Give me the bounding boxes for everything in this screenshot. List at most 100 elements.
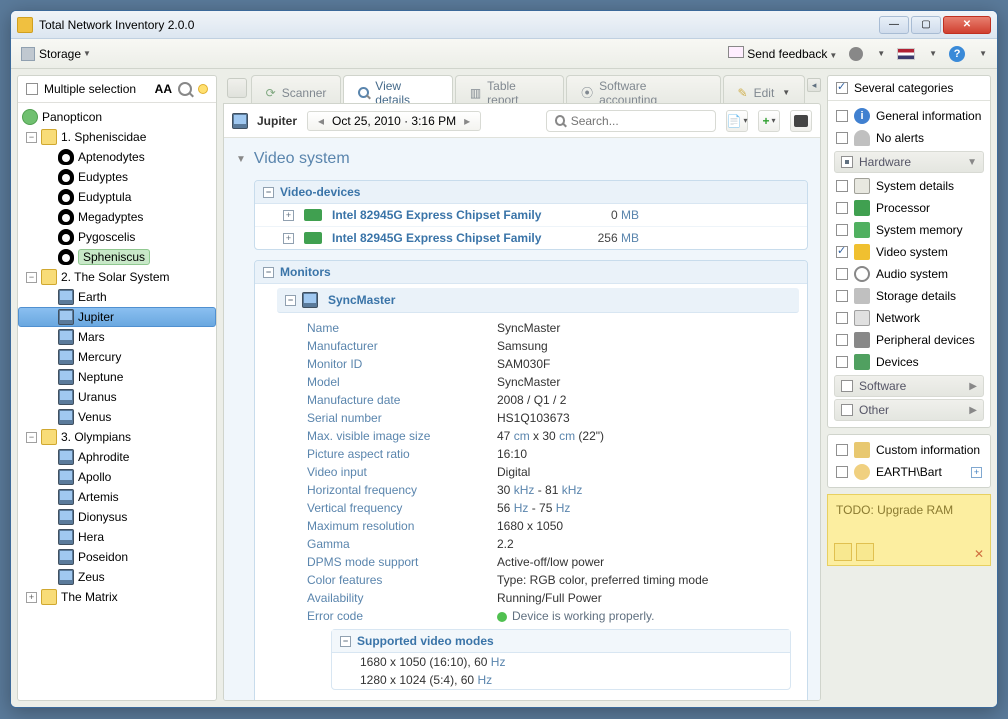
tab-view-details[interactable]: View details xyxy=(343,75,452,103)
user-icon xyxy=(854,464,870,480)
collapse-toggle[interactable]: − xyxy=(340,636,351,647)
cat-audio-system[interactable]: Audio system xyxy=(834,263,984,285)
categories-checkbox[interactable] xyxy=(836,82,848,94)
cat-devices[interactable]: Devices xyxy=(834,351,984,373)
export-button[interactable]: 📄▾ xyxy=(726,110,748,132)
folder-icon xyxy=(41,129,57,145)
search-input[interactable] xyxy=(546,110,716,132)
window-title: Total Network Inventory 2.0.0 xyxy=(39,18,194,32)
maximize-button[interactable]: ▢ xyxy=(911,16,941,34)
cat-hardware-group[interactable]: Hardware▼ xyxy=(834,151,984,173)
user-info[interactable]: EARTH\Bart+ xyxy=(834,461,984,483)
asset-tree[interactable]: Panopticon −1. Spheniscidae Aptenodytes … xyxy=(18,103,216,700)
collapse-toggle[interactable]: − xyxy=(26,432,37,443)
cat-network[interactable]: Network xyxy=(834,307,984,329)
tab-bar: ⟳Scanner View details ▥Table report ⦿Sof… xyxy=(223,75,821,103)
envelope-icon xyxy=(728,46,744,58)
feedback-link[interactable]: Send feedback▼ xyxy=(728,46,837,61)
titlebar[interactable]: Total Network Inventory 2.0.0 — ▢ ✕ xyxy=(11,11,997,39)
collapse-toggle[interactable]: − xyxy=(26,132,37,143)
section-title[interactable]: ▼Video system xyxy=(236,146,808,176)
cat-no-alerts[interactable]: No alerts xyxy=(834,127,984,149)
cat-general-info[interactable]: iGeneral information xyxy=(834,105,984,127)
note-text: TODO: Upgrade RAM xyxy=(836,503,953,517)
tab-table-report[interactable]: ▥Table report xyxy=(455,75,564,103)
chevron-down-icon: ▼ xyxy=(83,49,91,58)
close-button[interactable]: ✕ xyxy=(943,16,991,34)
edit-note-button[interactable] xyxy=(834,543,852,561)
collapse-toggle[interactable]: − xyxy=(285,295,296,306)
cat-storage[interactable]: Storage details xyxy=(834,285,984,307)
gear-icon[interactable] xyxy=(849,47,863,61)
penguin-icon xyxy=(58,189,74,205)
detail-toolbar: Jupiter ◂Oct 25, 2010 · 3:16 PM▸ 📄▾ +▾ xyxy=(224,104,820,138)
penguin-icon xyxy=(58,169,74,185)
host-icon xyxy=(58,309,74,325)
storage-menu[interactable]: Storage xyxy=(39,47,81,61)
custom-info[interactable]: Custom information xyxy=(834,439,984,461)
expand-toggle[interactable]: + xyxy=(283,233,294,244)
search-icon[interactable] xyxy=(178,82,192,96)
custom-icon xyxy=(854,442,870,458)
copy-note-button[interactable] xyxy=(856,543,874,561)
language-flag-icon[interactable] xyxy=(897,48,915,60)
add-button[interactable]: +▾ xyxy=(758,110,780,132)
tab-scanner[interactable]: ⟳Scanner xyxy=(251,75,342,103)
host-icon xyxy=(58,489,74,505)
collapse-toggle[interactable]: − xyxy=(263,187,274,198)
detail-content[interactable]: ▼Video system −Video-devices +Intel 8294… xyxy=(224,138,820,700)
cat-peripheral[interactable]: Peripheral devices xyxy=(834,329,984,351)
penguin-icon xyxy=(58,149,74,165)
host-icon xyxy=(58,369,74,385)
storage-icon xyxy=(854,288,870,304)
cat-other-group[interactable]: Other▶ xyxy=(834,399,984,421)
snapshot-picker[interactable]: ◂Oct 25, 2010 · 3:16 PM▸ xyxy=(307,111,481,131)
print-button[interactable] xyxy=(790,110,812,132)
host-icon xyxy=(58,569,74,585)
tree-node-jupiter[interactable]: Jupiter xyxy=(18,307,216,327)
panel-toggle-button[interactable]: ◂ xyxy=(807,78,821,92)
hint-icon[interactable] xyxy=(198,84,208,94)
tree-panel: Multiple selection AA Panopticon −1. Sph… xyxy=(17,75,217,701)
host-icon xyxy=(58,449,74,465)
bell-icon xyxy=(854,130,870,146)
info-icon: i xyxy=(854,108,870,124)
expand-toggle[interactable]: + xyxy=(283,210,294,221)
close-note-button[interactable]: ✕ xyxy=(974,547,984,561)
panel-toggle-button[interactable] xyxy=(227,78,247,98)
tab-edit[interactable]: ✎Edit▼ xyxy=(723,75,806,103)
collapse-toggle[interactable]: − xyxy=(26,272,37,283)
penguin-icon xyxy=(58,209,74,225)
category-panel: Several categories iGeneral information … xyxy=(827,75,991,701)
folder-icon xyxy=(41,429,57,445)
device-row[interactable]: +Intel 82945G Express Chipset Family256 … xyxy=(255,227,807,249)
font-size-button[interactable]: AA xyxy=(155,82,172,96)
cat-system-details[interactable]: System details xyxy=(834,175,984,197)
app-window: Total Network Inventory 2.0.0 — ▢ ✕ Stor… xyxy=(10,10,998,708)
help-icon[interactable]: ? xyxy=(949,46,965,62)
multi-select-checkbox[interactable] xyxy=(26,83,38,95)
host-icon xyxy=(58,529,74,545)
main-toolbar: Storage▼ Send feedback▼ ▼ ▼ ?▼ xyxy=(11,39,997,69)
add-icon[interactable]: + xyxy=(971,467,982,478)
cat-software-group[interactable]: Software▶ xyxy=(834,375,984,397)
search-icon xyxy=(555,115,565,126)
prev-arrow-icon[interactable]: ◂ xyxy=(314,114,328,128)
sticky-note[interactable]: TODO: Upgrade RAM ✕ xyxy=(827,494,991,566)
next-arrow-icon[interactable]: ▸ xyxy=(460,114,474,128)
video-devices-box: −Video-devices +Intel 82945G Express Chi… xyxy=(254,180,808,250)
device-row[interactable]: +Intel 82945G Express Chipset Family0 MB xyxy=(255,204,807,227)
monitor-properties: NameSyncMaster ManufacturerSamsung Monit… xyxy=(277,313,799,700)
expand-toggle[interactable]: + xyxy=(26,592,37,603)
tab-software[interactable]: ⦿Software accounting xyxy=(566,75,720,103)
devices-icon xyxy=(854,354,870,370)
cat-memory[interactable]: System memory xyxy=(834,219,984,241)
cat-processor[interactable]: Processor xyxy=(834,197,984,219)
host-icon xyxy=(58,329,74,345)
video-icon xyxy=(854,244,870,260)
multi-select-label: Multiple selection xyxy=(44,82,136,96)
cat-video-system[interactable]: Video system xyxy=(834,241,984,263)
collapse-toggle[interactable]: − xyxy=(263,267,274,278)
minimize-button[interactable]: — xyxy=(879,16,909,34)
status-ok-icon xyxy=(497,612,507,622)
